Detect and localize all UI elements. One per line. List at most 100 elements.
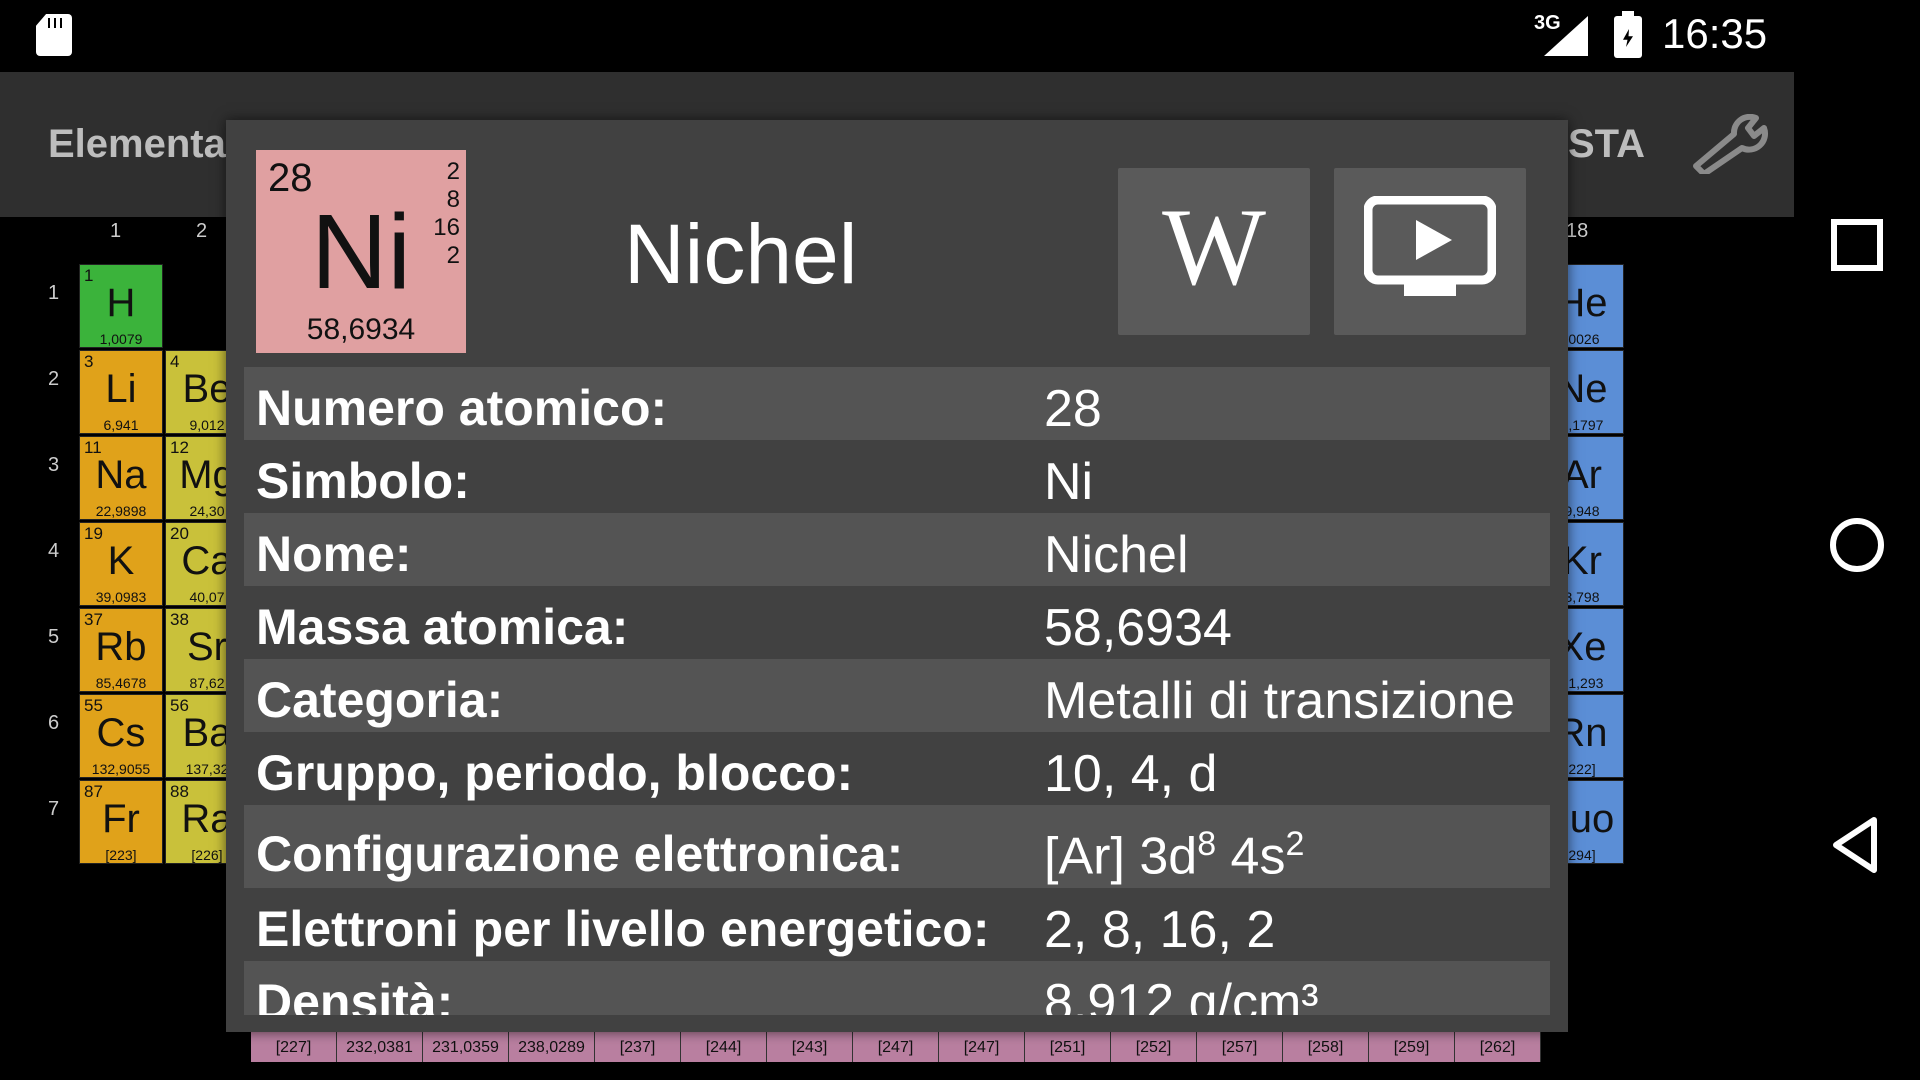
property-row: Massa atomica: 58,6934 xyxy=(244,586,1550,659)
video-play-icon xyxy=(1364,196,1496,296)
actinide-mass-cell[interactable]: [252] xyxy=(1111,1030,1197,1062)
actinide-mass-cell[interactable]: [243] xyxy=(767,1030,853,1062)
navigation-bar xyxy=(1794,72,1920,1080)
back-triangle-icon[interactable] xyxy=(1824,812,1890,878)
cell-symbol: Rb xyxy=(95,625,147,669)
actinide-mass-cell[interactable]: 232,0381 xyxy=(337,1030,423,1062)
group-number: 2 xyxy=(196,220,208,242)
properties-list: Numero atomico: 28 Simbolo: Ni Nome: Nic… xyxy=(244,367,1550,1015)
property-label: Nome: xyxy=(256,526,412,582)
property-label: Simbolo: xyxy=(256,453,470,509)
config-sup: 8 xyxy=(1197,825,1217,863)
cell-mass: 6,941 xyxy=(103,417,139,433)
config-mid: 4s xyxy=(1216,827,1286,886)
wrench-icon[interactable] xyxy=(1690,114,1770,174)
property-label: Configurazione elettronica: xyxy=(256,826,904,882)
property-label: Numero atomico: xyxy=(256,380,668,436)
tile-shell: 2 xyxy=(446,242,460,269)
actinide-mass-cell[interactable]: [247] xyxy=(939,1030,1025,1062)
actinide-mass-cell[interactable]: [251] xyxy=(1025,1030,1111,1062)
recents-square-icon[interactable] xyxy=(1824,212,1890,278)
cell-symbol: Cs xyxy=(96,711,146,755)
property-row: Categoria: Metalli di transizione xyxy=(244,659,1550,732)
tile-shell: 16 xyxy=(433,214,460,241)
period-number: 7 xyxy=(48,798,60,820)
property-row: Nome: Nichel xyxy=(244,513,1550,586)
tile-mass: 58,6934 xyxy=(306,313,416,346)
tile-shells: 2 8 16 2 xyxy=(430,158,460,270)
wikipedia-icon: W xyxy=(1162,186,1266,308)
config-base: [Ar] 3d xyxy=(1044,827,1198,886)
property-value: 2, 8, 16, 2 xyxy=(1044,901,1276,959)
cell-symbol: Li xyxy=(105,367,137,411)
home-circle-icon[interactable] xyxy=(1824,512,1890,578)
property-value: Ni xyxy=(1044,453,1094,511)
actinide-mass-cell[interactable]: [237] xyxy=(595,1030,681,1062)
wikipedia-button[interactable]: W xyxy=(1118,168,1310,335)
property-value: 58,6934 xyxy=(1044,599,1232,657)
period-number: 3 xyxy=(48,454,60,476)
element-cell[interactable]: 87 Fr [223] xyxy=(79,780,163,864)
cell-symbol: Fr xyxy=(102,797,140,841)
tile-shell: 8 xyxy=(446,186,460,213)
element-cell[interactable]: 3 Li 6,941 xyxy=(79,350,163,434)
cell-mass: 39,0983 xyxy=(95,589,147,605)
actinide-mass-cell[interactable]: [258] xyxy=(1283,1030,1369,1062)
property-label: Densità: xyxy=(256,974,454,1015)
element-cell[interactable]: 55 Cs 132,9055 xyxy=(79,694,163,778)
config-sup: 2 xyxy=(1285,825,1305,863)
property-row: Gruppo, periodo, blocco: 10, 4, d xyxy=(244,732,1550,805)
network-type-label: 3G xyxy=(1534,12,1561,34)
actinide-mass-cell[interactable]: 238,0289 xyxy=(509,1030,595,1062)
list-action[interactable]: STA xyxy=(1568,122,1645,167)
element-cell[interactable]: 11 Na 22,9898 xyxy=(79,436,163,520)
element-tile: 28 Ni 2 8 16 2 58,6934 xyxy=(256,150,466,353)
actinide-mass-cell[interactable]: [262] xyxy=(1455,1030,1541,1062)
element-name-title: Nichel xyxy=(624,207,858,301)
property-row: Simbolo: Ni xyxy=(244,440,1550,513)
actinide-mass-cell[interactable]: [259] xyxy=(1369,1030,1455,1062)
clock: 16:35 xyxy=(1662,10,1768,57)
period-number: 4 xyxy=(48,540,60,562)
property-value: Nichel xyxy=(1044,526,1189,584)
actinide-mass-cell[interactable]: [244] xyxy=(681,1030,767,1062)
property-value: 8,912 g/cm³ xyxy=(1044,974,1319,1015)
period-number: 6 xyxy=(48,712,60,734)
cell-mass: 132,9055 xyxy=(91,761,151,777)
actinide-mass-cell[interactable]: [247] xyxy=(853,1030,939,1062)
property-row: Densità: 8,912 g/cm³ xyxy=(244,961,1550,1015)
group-number: 1 xyxy=(110,220,122,242)
video-button[interactable] xyxy=(1334,168,1526,335)
cell-mass: 85,4678 xyxy=(95,675,147,691)
element-cell[interactable]: 1 H 1,0079 xyxy=(79,264,163,348)
property-label: Categoria: xyxy=(256,672,504,728)
actinide-mass-cell[interactable]: [257] xyxy=(1197,1030,1283,1062)
sd-card-icon xyxy=(36,14,72,56)
property-row: Configurazione elettronica: [Ar] 3d8 4s2 xyxy=(244,805,1550,888)
actinides-row: [227] 232,0381 231,0359 238,0289 [237] [244][… xyxy=(251,1030,1541,1062)
actinide-mass-cell[interactable]: [227] xyxy=(251,1030,337,1062)
tile-shell: 2 xyxy=(446,158,460,185)
property-row: Numero atomico: 28 xyxy=(244,367,1550,440)
element-cell[interactable]: 37 Rb 85,4678 xyxy=(79,608,163,692)
status-bar: 3G 16:35 xyxy=(0,0,1920,72)
group-number: 18 xyxy=(1566,220,1589,242)
property-label: Gruppo, periodo, blocco: xyxy=(256,745,854,801)
cell-symbol: K xyxy=(107,539,135,583)
element-detail-dialog: 28 Ni 2 8 16 2 58,6934 Nichel W Numero a… xyxy=(226,120,1568,1032)
period-number: 2 xyxy=(48,368,60,390)
property-label: Elettroni per livello energetico: xyxy=(256,901,990,957)
property-value: 10, 4, d xyxy=(1044,745,1218,803)
cell-mass: [223] xyxy=(105,847,137,863)
actinide-mass-cell[interactable]: 231,0359 xyxy=(423,1030,509,1062)
cell-symbol: H xyxy=(106,281,136,325)
electron-configuration-value: [Ar] 3d8 4s2 xyxy=(1044,825,1304,886)
cell-symbol: Na xyxy=(95,453,147,497)
period-number: 1 xyxy=(48,282,60,304)
cell-mass: 1,0079 xyxy=(99,331,143,347)
battery-charging-icon xyxy=(1614,11,1642,58)
element-cell[interactable]: 19 K 39,0983 xyxy=(79,522,163,606)
period-number: 5 xyxy=(48,626,60,648)
property-row: Elettroni per livello energetico: 2, 8, … xyxy=(244,888,1550,961)
app-title: Elementa xyxy=(48,122,226,166)
